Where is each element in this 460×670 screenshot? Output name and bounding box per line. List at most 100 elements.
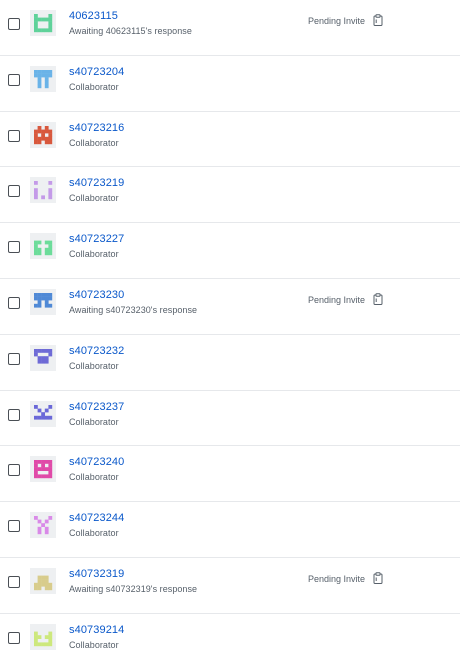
identicon-cell [48,460,53,465]
row-checkbox[interactable] [8,464,20,477]
collaborator-row-9: s40723240 Collaborator [0,446,460,503]
identicon-avatar [30,512,56,539]
identicon-cell [41,129,45,133]
identicon-cell [48,404,53,409]
collaborator-role: Collaborator [69,416,119,427]
collaborator-name-link[interactable]: s40723219 [69,177,124,190]
identicon-cell [37,474,42,479]
identicon-cell [37,303,42,308]
identicon-cell [44,139,49,144]
row-checkbox[interactable] [8,18,20,30]
row-checkbox[interactable] [8,296,20,309]
identicon-graphic [34,14,53,33]
collaborator-list: 40623115 Awaiting 40623115's response Pe… [0,0,460,670]
identicon-cell [48,244,53,249]
identicon-cell [34,463,38,468]
row-checkbox[interactable] [8,241,20,254]
identicon-cell [48,73,53,78]
identicon-cell [44,408,49,412]
clipboard-icon[interactable] [373,572,383,584]
identicon-cell [34,303,38,308]
identicon-cell [37,84,42,88]
collaborator-name-link[interactable]: s40732319 [69,568,124,581]
identicon-cell [44,474,49,479]
identicon-graphic [34,348,53,364]
identicon-cell [41,474,45,479]
identicon-cell [48,181,53,186]
identicon-cell [34,634,38,639]
identicon-cell [48,188,53,193]
identicon-cell [48,516,53,520]
collaborator-name-link[interactable]: s40723204 [69,66,124,79]
identicon-cell [34,247,38,252]
identicon-cell [34,73,38,78]
identicon-cell [44,530,49,535]
identicon-cell [34,296,38,301]
row-checkbox[interactable] [8,631,20,644]
collaborator-row-4: s40723219 Collaborator [0,167,460,224]
collaborator-role: Collaborator [69,249,119,260]
collaborator-role: Collaborator [69,639,119,650]
identicon-cell [48,415,53,420]
identicon-cell [48,348,53,353]
identicon-cell [41,355,45,360]
identicon-cell [34,638,38,643]
identicon-cell [34,240,38,245]
collaborator-name-link[interactable]: s40723240 [69,456,124,469]
identicon-avatar [30,288,56,315]
identicon-cell [37,408,42,412]
collaborator-name-link[interactable]: s40723227 [69,233,124,246]
identicon-cell [37,125,42,130]
identicon-cell [48,471,53,475]
row-checkbox[interactable] [8,73,20,86]
collaborator-name-link[interactable]: s40739214 [69,624,124,637]
identicon-graphic [34,292,53,308]
identicon-graphic [34,516,53,535]
row-checkbox[interactable] [8,575,20,588]
identicon-cell [48,195,53,200]
identicon-cell [44,303,49,308]
identicon-cell [41,460,45,465]
collaborator-name-link[interactable]: s40723237 [69,401,124,414]
identicon-cell [34,181,38,186]
row-checkbox[interactable] [8,520,20,533]
identicon-cell [34,251,38,256]
identicon-cell [48,352,53,357]
identicon-cell [41,292,45,297]
identicon-cell [48,634,53,639]
collaborator-name-link[interactable]: s40723232 [69,345,124,358]
identicon-cell [48,642,53,646]
identicon-cell [34,586,38,591]
identicon-cell [37,348,42,353]
collaborator-row-11: s40732319 Awaiting s40732319's response … [0,558,460,614]
collaborator-name-link[interactable]: s40723244 [69,512,124,525]
collaborator-name-link[interactable]: 40623115 [69,10,118,23]
collaborator-name-link[interactable]: s40723230 [69,289,124,302]
identicon-cell [34,192,38,196]
row-checkbox[interactable] [8,129,20,142]
clipboard-icon[interactable] [373,293,383,305]
identicon-cell [37,634,42,639]
row-checkbox[interactable] [8,408,20,421]
row-checkbox[interactable] [8,185,20,198]
collaborator-row-8: s40723237 Collaborator [0,391,460,447]
identicon-cell [37,73,42,78]
clipboard-icon[interactable] [373,14,383,26]
identicon-cell [44,17,49,22]
identicon-cell [37,526,42,531]
identicon-cell [37,240,42,245]
collaborator-row-6: s40723230 Awaiting s40723230's response … [0,279,460,335]
identicon-cell [48,21,53,25]
identicon-cell [41,296,45,301]
identicon-cell [34,348,38,353]
identicon-cell [48,14,53,18]
identicon-cell [44,359,49,364]
identicon-cell [44,579,49,583]
identicon-cell [44,129,49,133]
collaborator-row-10: s40723244 Collaborator [0,502,460,558]
identicon-cell [34,139,38,144]
collaborator-role: Awaiting s40732319's response [69,583,198,594]
row-checkbox[interactable] [8,352,20,365]
collaborator-name-link[interactable]: s40723216 [69,122,124,135]
collaborator-row-1: 40623115 Awaiting 40623115's response Pe… [0,0,460,56]
